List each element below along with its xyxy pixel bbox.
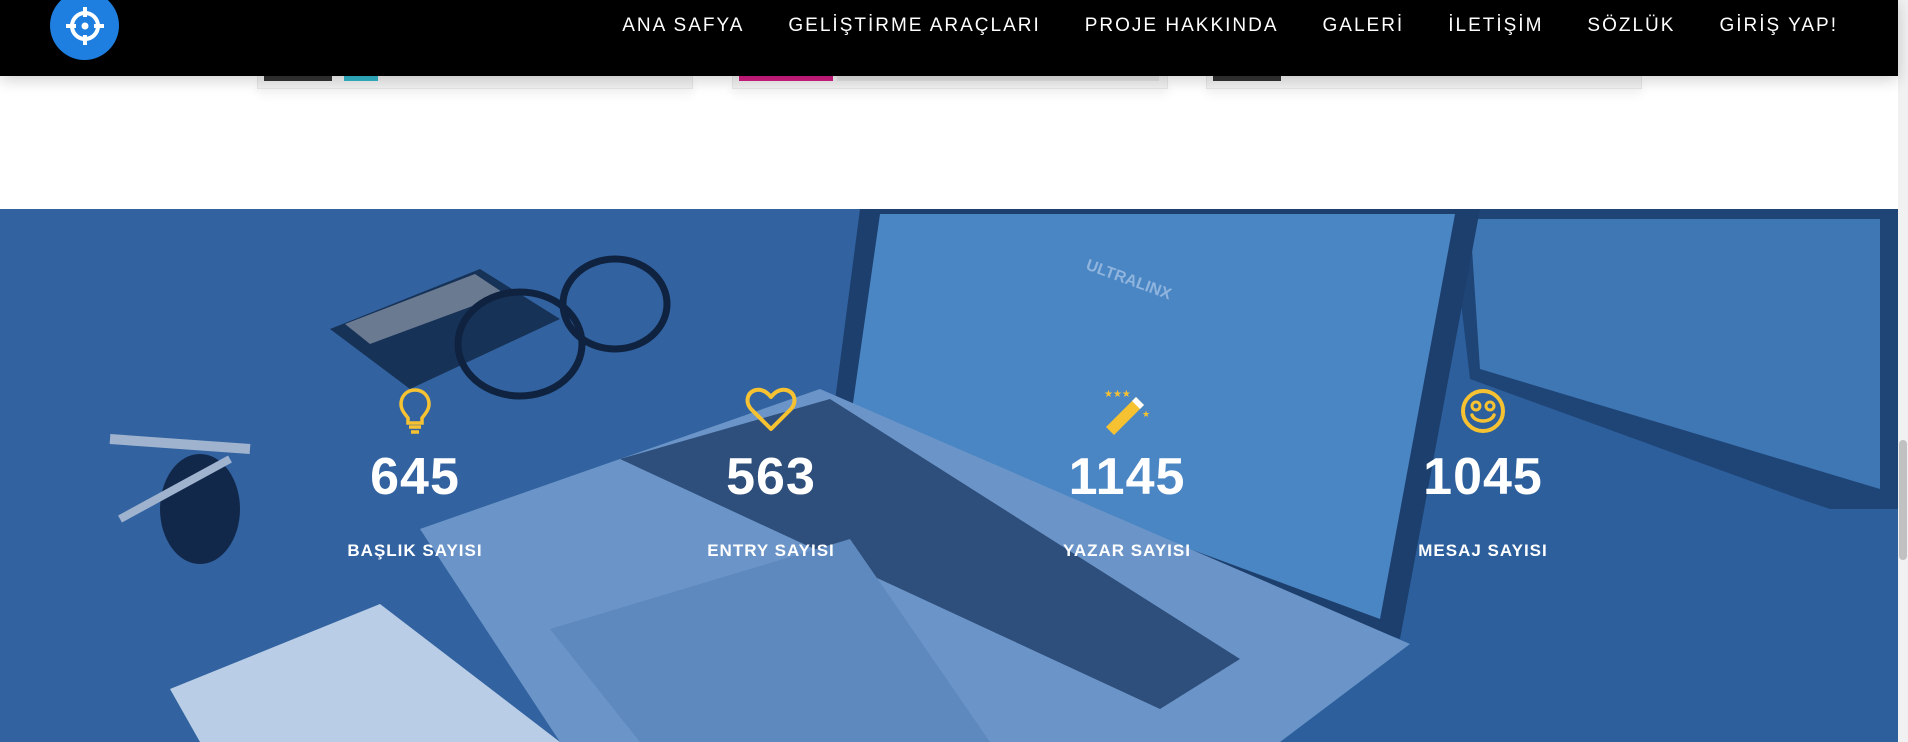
card-image-strip bbox=[344, 76, 378, 81]
nav-item-home[interactable]: ANA SAFYA bbox=[622, 15, 744, 37]
stat-authors: ★★★ ★ 1145 YAZAR SAYISI bbox=[977, 387, 1277, 561]
gallery-card-2[interactable] bbox=[732, 76, 1168, 89]
smiley-icon bbox=[1333, 387, 1633, 445]
main-menu: ANA SAFYA GELİŞTİRME ARAÇLARI PROJE HAKK… bbox=[622, 0, 1838, 52]
svg-text:★★★: ★★★ bbox=[1104, 389, 1131, 400]
nav-item-contact[interactable]: İLETİŞİM bbox=[1448, 15, 1543, 37]
stat-entries: 563 ENTRY SAYISI bbox=[621, 387, 921, 561]
stat-messages: 1045 MESAJ SAYISI bbox=[1333, 387, 1633, 561]
nav-item-login[interactable]: GİRİŞ YAP! bbox=[1719, 15, 1838, 37]
nav-item-gallery[interactable]: GALERİ bbox=[1323, 15, 1405, 37]
nav-item-about[interactable]: PROJE HAKKINDA bbox=[1085, 15, 1279, 37]
stat-value: 1045 bbox=[1423, 448, 1543, 506]
nav-item-dictionary[interactable]: SÖZLÜK bbox=[1587, 15, 1675, 37]
nav-item-dev-tools[interactable]: GELİŞTİRME ARAÇLARI bbox=[788, 15, 1040, 37]
page-scrollbar[interactable] bbox=[1898, 0, 1908, 742]
scrollbar-thumb[interactable] bbox=[1899, 440, 1907, 560]
card-image-strip bbox=[739, 76, 833, 81]
stat-value: 645 bbox=[370, 448, 460, 506]
card-image-strip bbox=[264, 76, 332, 81]
svg-text:★: ★ bbox=[1142, 410, 1150, 420]
magic-wand-icon: ★★★ ★ bbox=[977, 387, 1277, 445]
card-image-strip bbox=[837, 76, 1159, 81]
site-logo[interactable] bbox=[50, 0, 119, 60]
stat-value: 1145 bbox=[1068, 448, 1186, 506]
stat-value: 563 bbox=[726, 448, 816, 506]
stats-section: ULTRALINX 645 BAŞLIK SAYISI 563 ENTRY SA… bbox=[0, 209, 1898, 742]
stat-label: ENTRY SAYISI bbox=[707, 541, 835, 560]
stat-label: MESAJ SAYISI bbox=[1418, 541, 1548, 560]
gallery-card-3[interactable] bbox=[1206, 76, 1642, 89]
stat-label: BAŞLIK SAYISI bbox=[347, 541, 483, 560]
heart-icon bbox=[621, 387, 921, 445]
lightbulb-icon bbox=[265, 387, 565, 445]
gallery-card-1[interactable] bbox=[257, 76, 693, 89]
stat-label: YAZAR SAYISI bbox=[1063, 541, 1191, 560]
stat-topics: 645 BAŞLIK SAYISI bbox=[265, 387, 565, 561]
card-image-strip bbox=[1213, 76, 1281, 81]
top-navbar: ANA SAFYA GELİŞTİRME ARAÇLARI PROJE HAKK… bbox=[0, 0, 1898, 76]
crosshair-logo-icon bbox=[65, 6, 104, 45]
